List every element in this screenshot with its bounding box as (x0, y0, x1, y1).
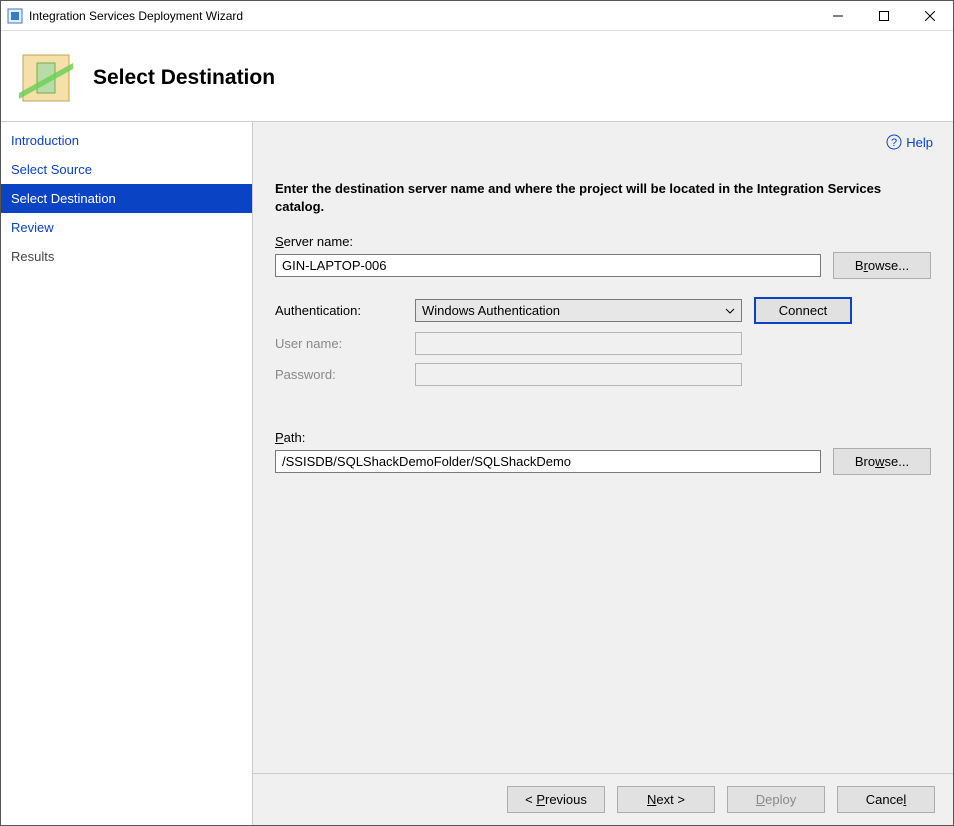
label-authentication: Authentication: (275, 303, 415, 318)
wizard-header: Select Destination (1, 31, 953, 121)
label-path: Path: (275, 430, 931, 445)
server-name-input[interactable] (275, 254, 821, 277)
path-input[interactable] (275, 450, 821, 473)
user-name-input (415, 332, 742, 355)
app-icon (7, 8, 23, 24)
wizard-icon (17, 49, 75, 107)
browse-server-button[interactable]: Browse... (833, 252, 931, 279)
nav-item-review[interactable]: Review (1, 213, 252, 242)
titlebar: Integration Services Deployment Wizard (1, 1, 953, 31)
next-button[interactable]: Next > (617, 786, 715, 813)
help-link-label: Help (906, 135, 933, 150)
help-link[interactable]: ? Help (886, 134, 933, 150)
svg-text:?: ? (891, 137, 897, 149)
label-user-name: User name: (275, 336, 415, 351)
label-password: Password: (275, 367, 415, 382)
cancel-button[interactable]: Cancel (837, 786, 935, 813)
instruction-text: Enter the destination server name and wh… (275, 180, 931, 216)
browse-path-button[interactable]: Browse... (833, 448, 931, 475)
maximize-button[interactable] (861, 1, 907, 31)
connect-button[interactable]: Connect (754, 297, 852, 324)
wizard-nav: Introduction Select Source Select Destin… (1, 122, 253, 825)
nav-item-select-source[interactable]: Select Source (1, 155, 252, 184)
label-server-name: Server name: (275, 234, 931, 249)
previous-button[interactable]: < Previous (507, 786, 605, 813)
authentication-select[interactable]: Windows Authentication (415, 299, 742, 322)
nav-item-results: Results (1, 242, 252, 271)
close-button[interactable] (907, 1, 953, 31)
password-input (415, 363, 742, 386)
nav-item-introduction[interactable]: Introduction (1, 126, 252, 155)
wizard-content: ? Help Enter the destination server name… (253, 122, 953, 825)
wizard-footer: < Previous Next > Deploy Cancel (253, 773, 953, 825)
minimize-button[interactable] (815, 1, 861, 31)
nav-item-select-destination[interactable]: Select Destination (1, 184, 252, 213)
deploy-button: Deploy (727, 786, 825, 813)
window-title: Integration Services Deployment Wizard (29, 9, 815, 23)
page-title: Select Destination (93, 66, 275, 90)
